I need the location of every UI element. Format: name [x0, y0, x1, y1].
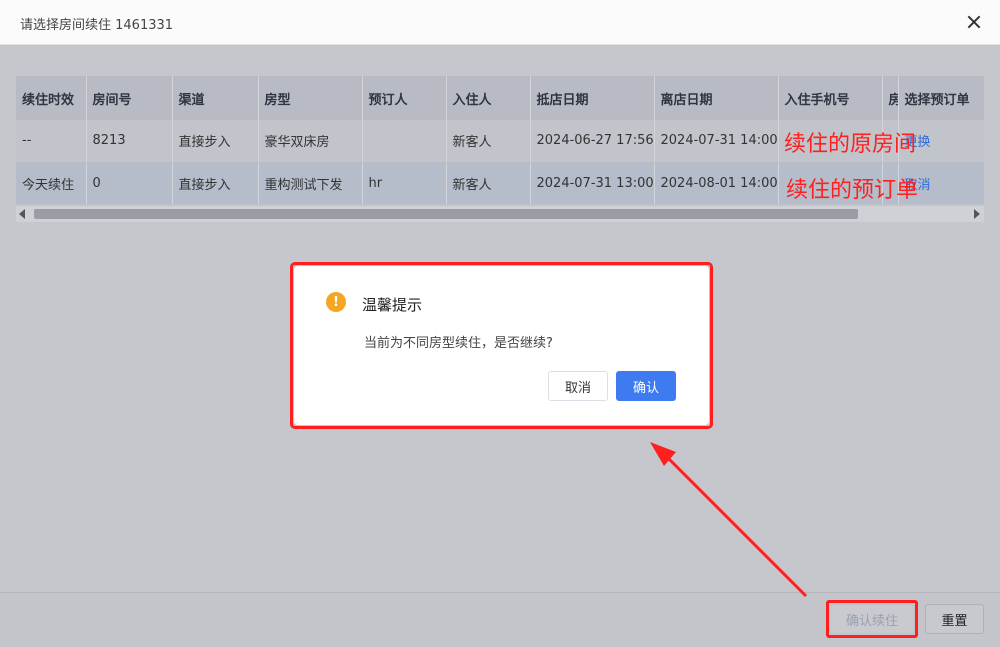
table-header-row: 续住时效 房间号 渠道 房型 预订人 入住人 抵店日期 离店日期 入住手机号 房…: [16, 76, 984, 120]
scroll-right-icon[interactable]: [974, 209, 980, 219]
column-header: 房型: [258, 76, 363, 120]
table-cell: 2024-08-01 14:00: [654, 162, 779, 204]
table-cell: 直接步入: [172, 162, 259, 204]
annotation-original-room: 续住的原房间: [784, 132, 917, 157]
table-cell: 豪华双床房: [258, 120, 363, 163]
column-header: 离店日期: [654, 76, 779, 120]
annotation-highlight-box: [826, 600, 918, 638]
dialog-title: 请选择房间续住 1461331: [20, 18, 174, 33]
scroll-left-icon[interactable]: [19, 209, 25, 219]
column-header: 抵店日期: [530, 76, 655, 120]
table-cell: 2024-07-31 14:00: [654, 120, 779, 163]
column-header: 入住手机号: [778, 76, 883, 120]
column-header: 入住人: [446, 76, 531, 120]
table-cell: 新客人: [446, 120, 531, 163]
table-cell: 2024-07-31 13:00: [530, 162, 655, 204]
column-header: 房间号: [86, 76, 173, 120]
table-cell: 8213: [86, 120, 173, 163]
column-header: 选择预订单: [898, 76, 984, 120]
annotation-highlight-box: [290, 262, 713, 429]
table-cell: hr: [362, 162, 447, 204]
annotation-booking: 续住的预订单: [786, 178, 919, 203]
horizontal-scrollbar[interactable]: [16, 206, 984, 222]
column-header: 房: [882, 76, 899, 120]
table-cell: 2024-06-27 17:56: [530, 120, 655, 163]
scrollbar-thumb[interactable]: [34, 209, 858, 219]
table-cell: 新客人: [446, 162, 531, 204]
table-cell: 重构测试下发: [258, 162, 363, 204]
table-cell: --: [16, 120, 87, 163]
column-header: 渠道: [172, 76, 259, 120]
table-cell: [362, 120, 447, 163]
column-header: 续住时效: [16, 76, 87, 120]
column-header: 预订人: [362, 76, 447, 120]
reset-button[interactable]: 重置: [925, 604, 984, 634]
close-icon[interactable]: [964, 12, 984, 32]
table-cell: 今天续住: [16, 162, 87, 204]
table-cell: 直接步入: [172, 120, 259, 163]
dialog-header: 请选择房间续住 1461331: [0, 0, 1000, 45]
table-cell: 0: [86, 162, 173, 204]
